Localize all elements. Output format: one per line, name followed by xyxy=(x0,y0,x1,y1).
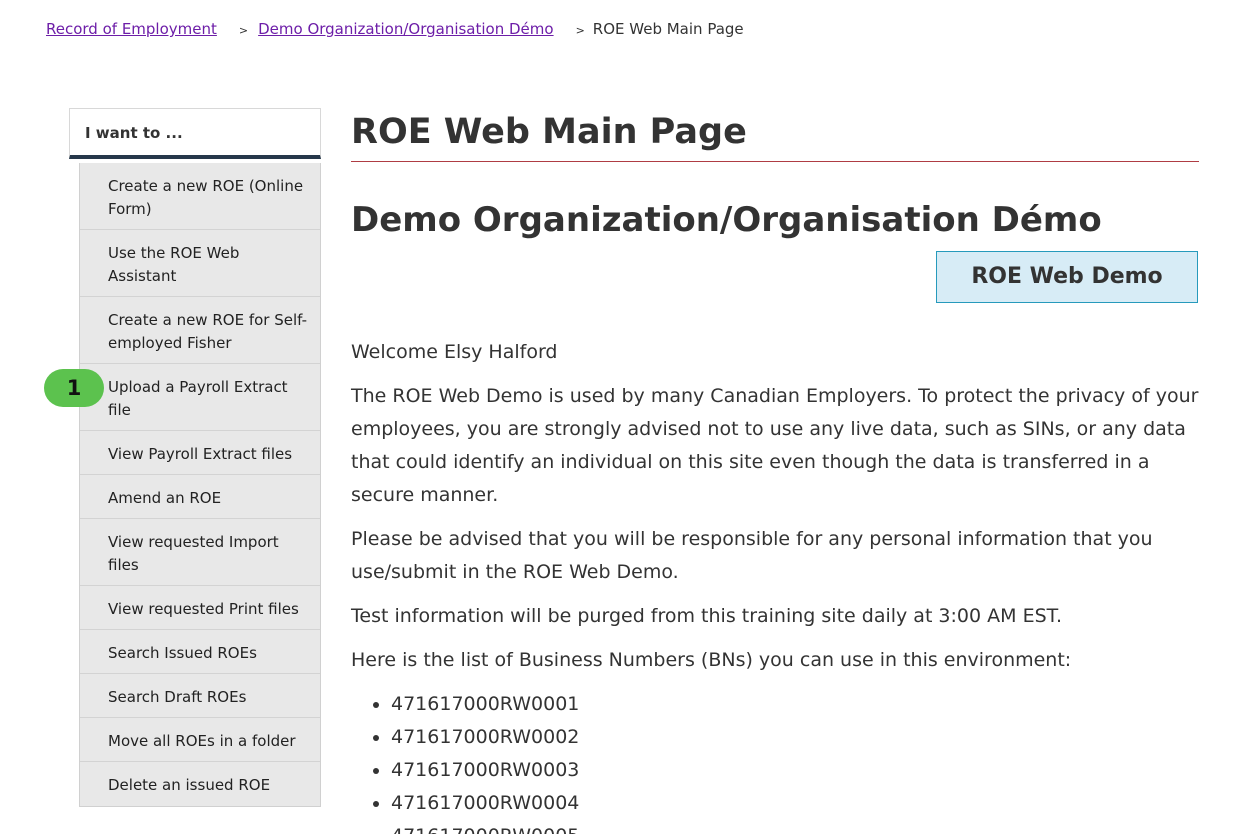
breadcrumb-separator: > xyxy=(238,24,249,37)
sidebar-item-amend-roe[interactable]: Amend an ROE xyxy=(80,475,320,519)
sidebar-item-search-draft-roes[interactable]: Search Draft ROEs xyxy=(80,674,320,718)
list-item: 471617000RW0002 xyxy=(391,721,1199,754)
page: Record of Employment > Demo Organization/O… xyxy=(0,0,1247,834)
list-item: 471617000RW0004 xyxy=(391,787,1199,820)
list-item: 471617000RW0003 xyxy=(391,754,1199,787)
sidebar-item-view-print-files[interactable]: View requested Print files xyxy=(80,586,320,630)
business-number-list: 471617000RW0001 471617000RW0002 47161700… xyxy=(351,688,1199,834)
list-item: 471617000RW0001 xyxy=(391,688,1199,721)
responsibility-notice: Please be advised that you will be respo… xyxy=(351,528,1153,583)
page-title: ROE Web Main Page xyxy=(351,108,1199,162)
organization-title: Demo Organization/Organisation Démo xyxy=(351,200,1102,240)
sidebar-heading-label: I want to ... xyxy=(85,124,183,142)
sidebar-item-delete-issued-roe[interactable]: Delete an issued ROE xyxy=(80,762,320,806)
sidebar-item-create-roe-fisher[interactable]: Create a new ROE for Self-employed Fishe… xyxy=(80,297,320,364)
list-item: 471617000RW0005 xyxy=(391,820,1199,834)
breadcrumb-current: ROE Web Main Page xyxy=(592,20,744,38)
breadcrumb-separator: > xyxy=(575,24,585,37)
welcome-text: Welcome Elsy Halford xyxy=(351,341,558,363)
bn-list-intro: Here is the list of Business Numbers (BN… xyxy=(351,649,1072,671)
sidebar-item-roe-web-assistant[interactable]: Use the ROE Web Assistant xyxy=(80,230,320,297)
roe-web-demo-banner: ROE Web Demo xyxy=(936,251,1198,303)
breadcrumb-demo-organization[interactable]: Demo Organization/Organisation Démo xyxy=(258,20,553,38)
sidebar-item-search-issued-roes[interactable]: Search Issued ROEs xyxy=(80,630,320,674)
breadcrumb-record-of-employment[interactable]: Record of Employment xyxy=(46,20,217,38)
purge-notice: Test information will be purged from thi… xyxy=(351,605,1063,627)
sidebar-item-upload-payroll-extract[interactable]: Upload a Payroll Extract file xyxy=(80,364,320,431)
sidebar-heading: I want to ... xyxy=(69,108,321,159)
sidebar-item-view-payroll-extract[interactable]: View Payroll Extract files xyxy=(80,431,320,475)
sidebar-item-move-roes-folder[interactable]: Move all ROEs in a folder xyxy=(80,718,320,762)
sidebar-menu: Create a new ROE (Online Form) Use the R… xyxy=(79,163,321,807)
breadcrumb: Record of Employment > Demo Organization/O… xyxy=(46,20,744,38)
sidebar-item-view-import-files[interactable]: View requested Import files xyxy=(80,519,320,586)
sidebar-item-create-new-roe[interactable]: Create a new ROE (Online Form) xyxy=(80,163,320,230)
privacy-notice: The ROE Web Demo is used by many Canadia… xyxy=(351,385,1199,506)
step-badge: 1 xyxy=(44,369,104,407)
main-content: Welcome Elsy Halford The ROE Web Demo is… xyxy=(351,336,1199,834)
